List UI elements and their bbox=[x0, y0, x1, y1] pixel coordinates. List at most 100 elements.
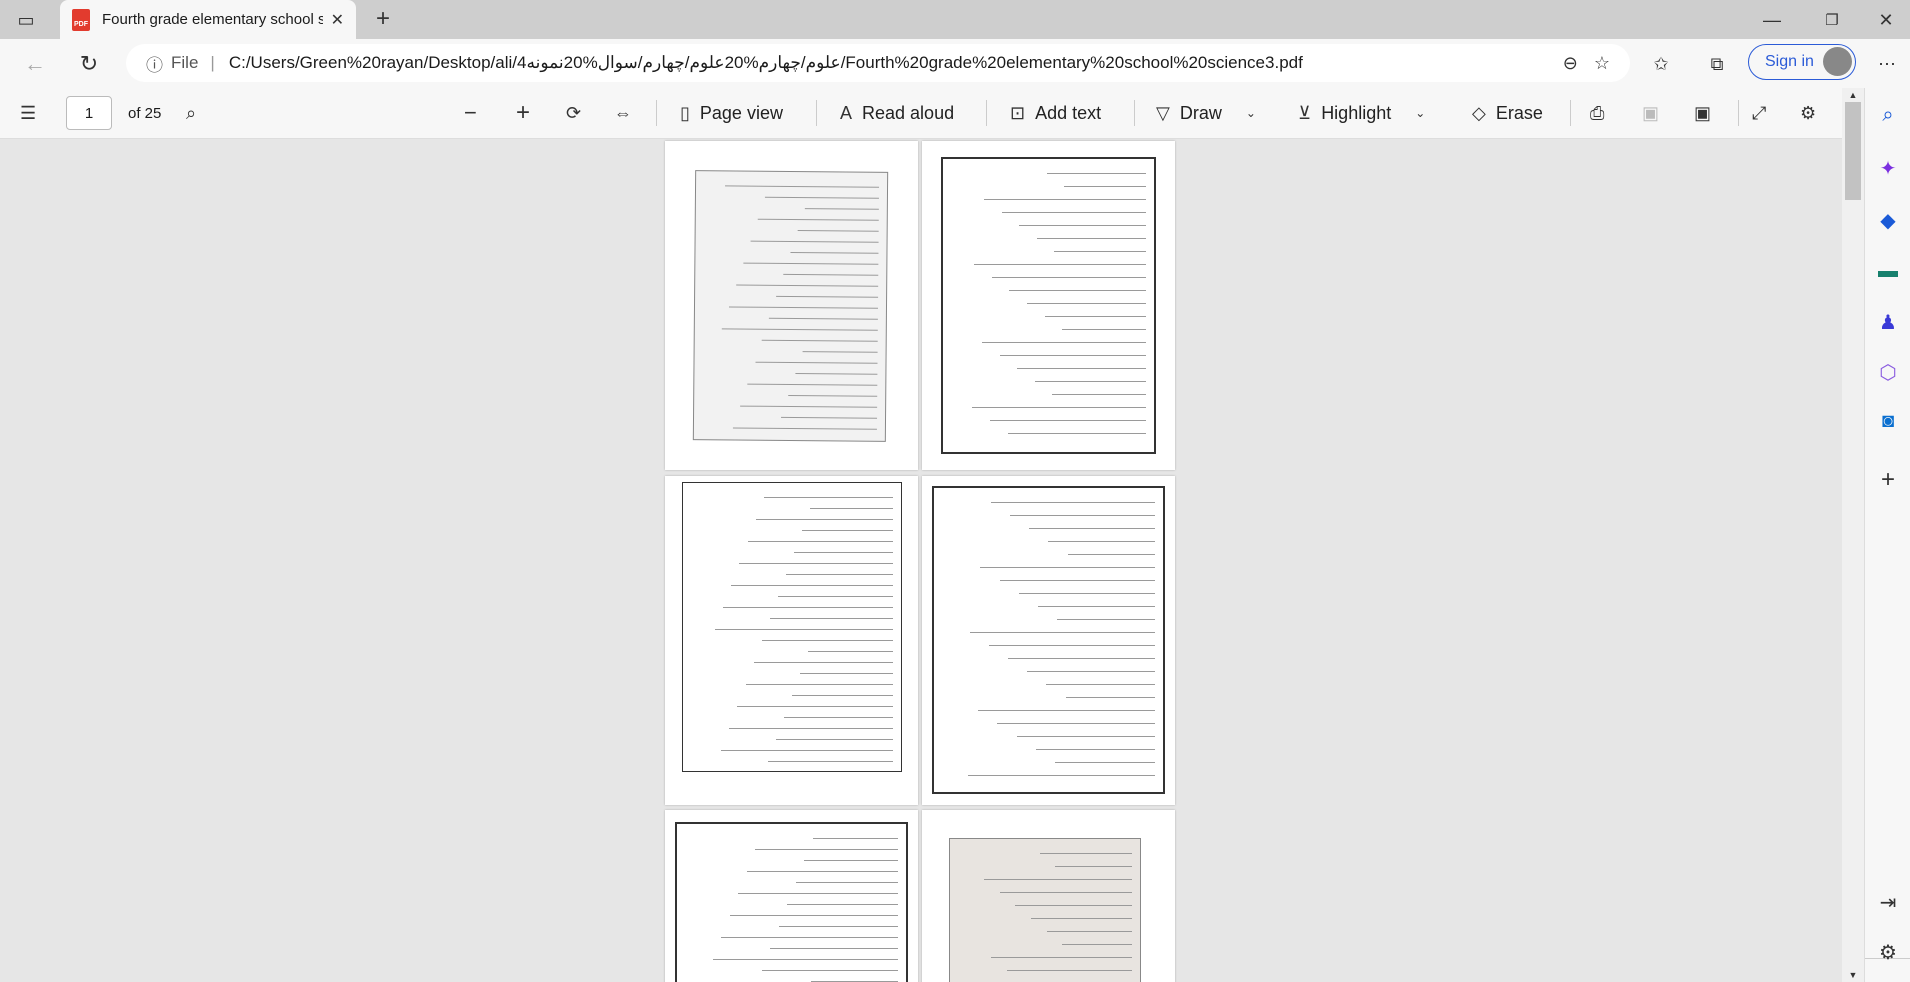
page-number-input[interactable]: 1 bbox=[66, 96, 112, 130]
scroll-up-icon[interactable]: ▲ bbox=[1842, 88, 1864, 102]
settings-icon[interactable]: ⚙ bbox=[1800, 103, 1816, 124]
close-window-icon[interactable]: ✕ bbox=[1874, 8, 1898, 32]
search-icon[interactable]: ⌕ bbox=[1865, 104, 1910, 127]
pdf-page-1[interactable] bbox=[665, 141, 918, 470]
divider bbox=[656, 100, 657, 126]
restore-icon[interactable]: ❐ bbox=[1820, 8, 1844, 32]
text-line bbox=[757, 218, 879, 221]
pdf-page-6[interactable] bbox=[922, 810, 1175, 982]
text-line bbox=[1009, 290, 1146, 291]
text-line bbox=[747, 871, 898, 872]
text-line bbox=[1064, 186, 1146, 187]
save-icon[interactable]: ▣ bbox=[1642, 103, 1659, 124]
add-text-label: Add text bbox=[1035, 102, 1102, 123]
page-view-button[interactable]: ▯ Page view bbox=[680, 103, 783, 124]
divider: | bbox=[210, 53, 215, 72]
pdf-page-4[interactable] bbox=[922, 476, 1175, 805]
read-aloud-label: Read aloud bbox=[862, 102, 955, 123]
text-line bbox=[1055, 762, 1155, 763]
collections-icon[interactable]: ⧉ bbox=[1704, 51, 1730, 77]
draw-button[interactable]: ▽ Draw ⌄ bbox=[1156, 103, 1256, 124]
text-line bbox=[748, 541, 893, 542]
erase-button[interactable]: ◇ Erase bbox=[1472, 103, 1543, 124]
vertical-scrollbar[interactable]: ▲ ▼ bbox=[1842, 88, 1864, 982]
games-icon[interactable]: ♟ bbox=[1865, 310, 1910, 335]
zoom-icon[interactable]: ⊖ bbox=[1563, 53, 1578, 74]
text-line bbox=[1038, 606, 1155, 607]
text-line bbox=[786, 574, 893, 575]
text-line bbox=[813, 838, 898, 839]
text-line bbox=[1045, 316, 1146, 317]
text-line bbox=[1002, 212, 1146, 213]
read-aloud-button[interactable]: A Read aloud bbox=[840, 103, 954, 124]
worksheet-image bbox=[682, 482, 902, 772]
text-line bbox=[1068, 554, 1155, 555]
shopping-tag-icon[interactable]: ◆ bbox=[1865, 208, 1910, 233]
tab-actions-icon[interactable]: ▭ bbox=[14, 8, 38, 32]
read-aloud-icon: A bbox=[840, 102, 853, 123]
highlight-button[interactable]: ⊻ Highlight ⌄ bbox=[1298, 103, 1425, 124]
fullscreen-icon[interactable]: ⤢ bbox=[1752, 103, 1766, 124]
text-line bbox=[1017, 368, 1146, 369]
add-favorite-icon[interactable]: ☆ bbox=[1594, 53, 1610, 74]
zoom-in-icon[interactable]: + bbox=[516, 99, 530, 127]
text-line bbox=[991, 502, 1155, 503]
refresh-icon[interactable]: ↻ bbox=[76, 51, 102, 77]
page-total: of 25 bbox=[128, 104, 162, 122]
copilot-icon[interactable]: ✦ bbox=[1865, 156, 1910, 181]
chevron-down-icon[interactable]: ⌄ bbox=[1415, 106, 1425, 120]
tools-icon[interactable]: ▬ bbox=[1865, 260, 1910, 283]
text-line bbox=[755, 361, 878, 364]
text-line bbox=[736, 284, 879, 287]
text-line bbox=[802, 530, 893, 531]
text-line bbox=[739, 563, 893, 564]
tab-title: Fourth grade elementary school science3.… bbox=[102, 11, 323, 28]
minimize-icon[interactable]: — bbox=[1760, 8, 1784, 32]
save-as-icon[interactable]: ▣ bbox=[1694, 103, 1711, 124]
search-icon[interactable]: ⌕ bbox=[186, 103, 196, 124]
new-tab-icon[interactable]: + bbox=[370, 5, 396, 32]
pdf-page-3[interactable] bbox=[665, 476, 918, 805]
pdf-page-5[interactable] bbox=[665, 810, 918, 982]
address-bar[interactable]: ⓘ File | C:/Users/Green%20rayan/Desktop/… bbox=[126, 44, 1630, 82]
text-line bbox=[1029, 528, 1155, 529]
url-scheme: File bbox=[171, 53, 199, 72]
text-line bbox=[1057, 619, 1155, 620]
pdf-page-2[interactable] bbox=[922, 141, 1175, 470]
text-line bbox=[1052, 394, 1146, 395]
url-text[interactable]: C:/Users/Green%20rayan/Desktop/ali/4علوم… bbox=[229, 53, 1547, 73]
hide-sidebar-icon[interactable]: ⇥ bbox=[1865, 890, 1910, 915]
text-line bbox=[1047, 931, 1132, 932]
text-line bbox=[804, 208, 879, 210]
print-icon[interactable]: ⎙ bbox=[1590, 103, 1604, 124]
fit-width-icon[interactable]: ⇔ bbox=[614, 103, 632, 124]
back-icon[interactable]: ← bbox=[22, 51, 48, 77]
text-line bbox=[1015, 905, 1132, 906]
text-line bbox=[788, 394, 878, 397]
add-icon[interactable]: + bbox=[1865, 466, 1910, 494]
sign-in-button[interactable]: Sign in bbox=[1748, 44, 1856, 80]
text-line bbox=[1000, 892, 1132, 893]
pdf-viewer[interactable] bbox=[0, 139, 1842, 982]
text-line bbox=[776, 739, 893, 740]
zoom-out-icon[interactable]: − bbox=[464, 100, 477, 126]
add-text-icon: ⊡ bbox=[1010, 102, 1026, 123]
more-icon[interactable]: ⋯ bbox=[1874, 51, 1900, 77]
settings-icon[interactable]: ⚙ bbox=[1865, 940, 1910, 965]
microsoft365-icon[interactable]: ⬡ bbox=[1865, 360, 1910, 385]
outlook-icon[interactable]: ◙ bbox=[1865, 410, 1910, 433]
text-line bbox=[1040, 853, 1132, 854]
scroll-down-icon[interactable]: ▼ bbox=[1842, 968, 1864, 982]
scrollbar-thumb[interactable] bbox=[1845, 102, 1861, 200]
page-view-label: Page view bbox=[699, 102, 783, 123]
favorites-icon[interactable]: ✩ bbox=[1648, 51, 1674, 77]
text-line bbox=[787, 904, 898, 905]
scanned-image bbox=[692, 170, 889, 442]
chevron-down-icon[interactable]: ⌄ bbox=[1246, 106, 1256, 120]
add-text-button[interactable]: ⊡ Add text bbox=[1010, 103, 1101, 124]
close-tab-icon[interactable]: ✕ bbox=[331, 10, 344, 30]
contents-icon[interactable]: ☰ bbox=[20, 103, 36, 124]
rotate-icon[interactable]: ⟳ bbox=[566, 103, 581, 124]
tab-pdf[interactable]: PDF Fourth grade elementary school scien… bbox=[60, 0, 356, 39]
text-line bbox=[723, 607, 893, 608]
